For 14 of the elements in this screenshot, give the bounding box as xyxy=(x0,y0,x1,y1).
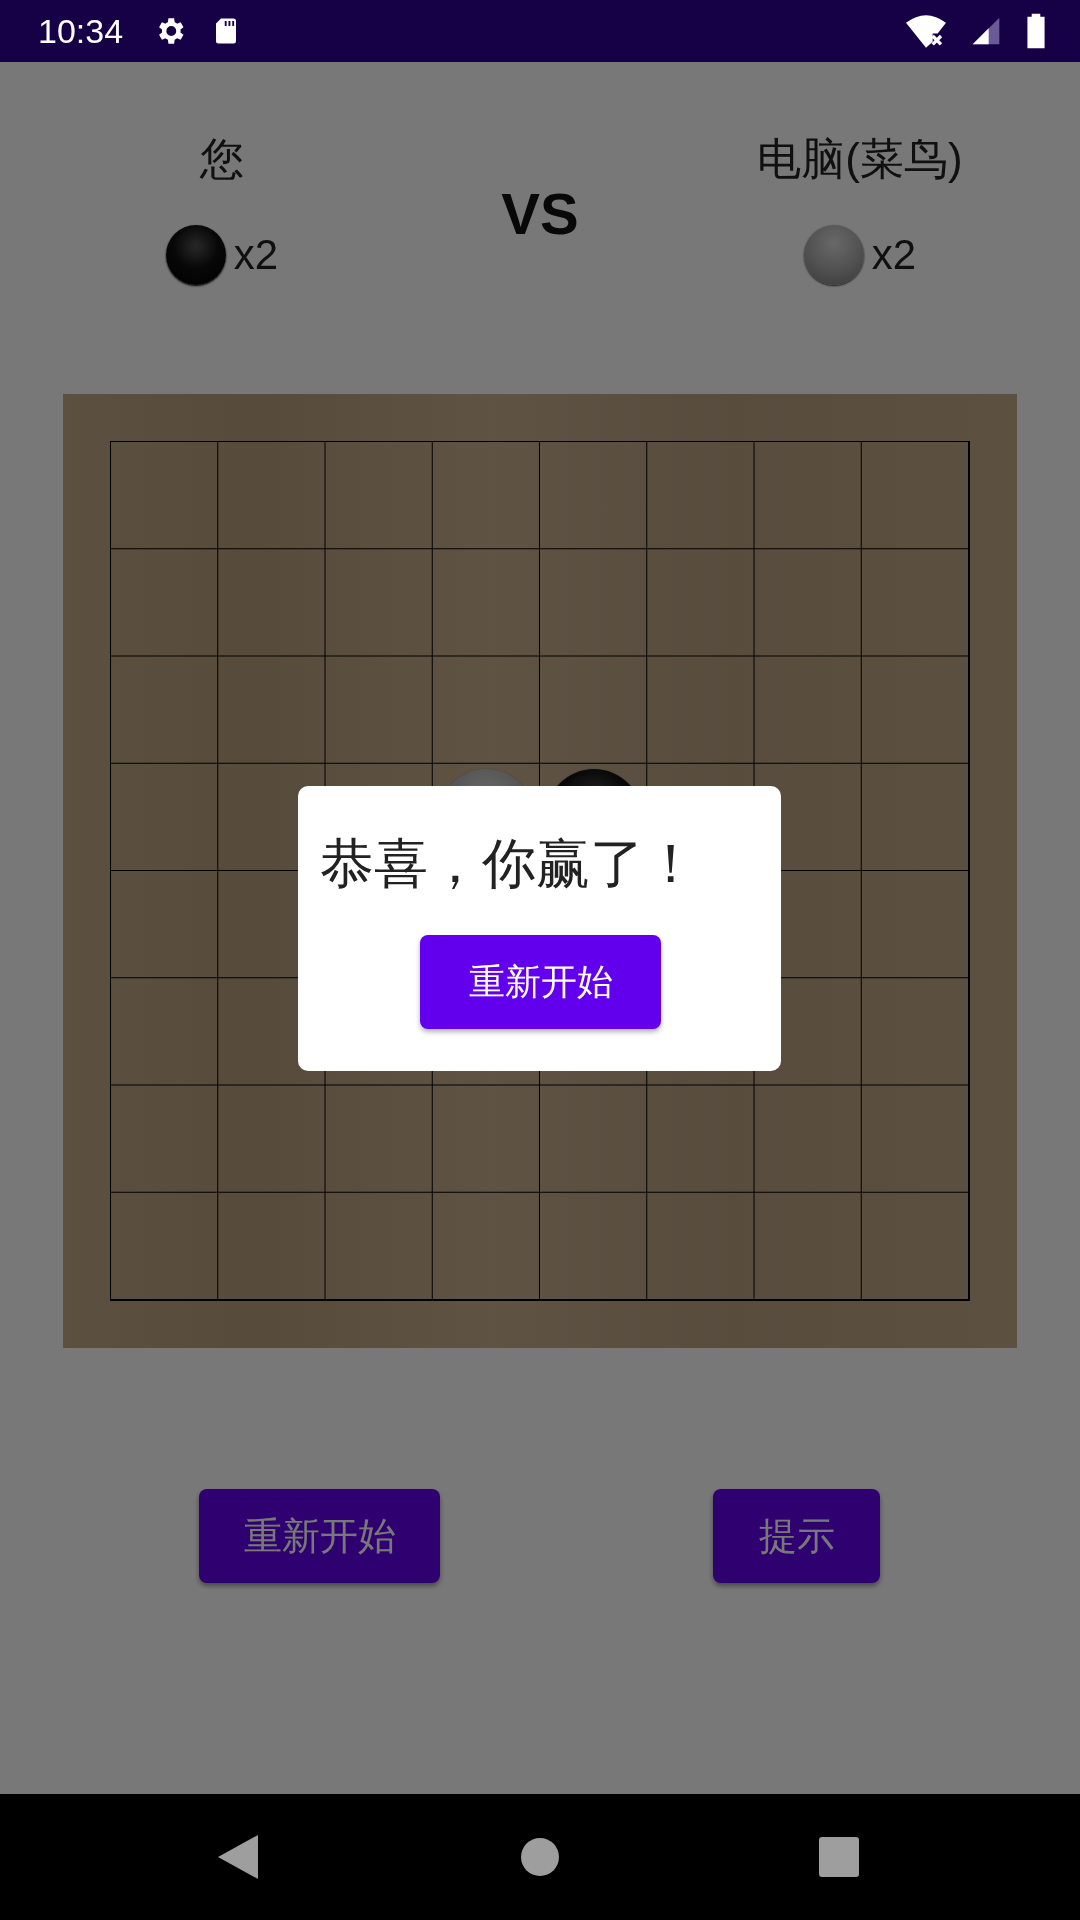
restart-button[interactable]: 重新开始 xyxy=(199,1489,440,1583)
player-name: 电脑(菜鸟) xyxy=(757,133,963,185)
back-icon[interactable] xyxy=(218,1835,258,1879)
piece-count: x2 xyxy=(233,231,279,279)
hint-button[interactable]: 提示 xyxy=(713,1489,880,1583)
battery-icon xyxy=(1026,13,1046,49)
restart-button[interactable]: 重新开始 xyxy=(420,935,661,1029)
dialog-message: 恭喜，你赢了！ xyxy=(320,831,698,897)
player-name: 您 xyxy=(200,133,244,185)
home-icon[interactable] xyxy=(521,1838,559,1876)
vs-label: VS xyxy=(500,180,580,247)
piece-count: x2 xyxy=(871,231,917,279)
wifi-off-icon xyxy=(906,14,946,48)
clock-time: 10:34 xyxy=(38,11,124,51)
